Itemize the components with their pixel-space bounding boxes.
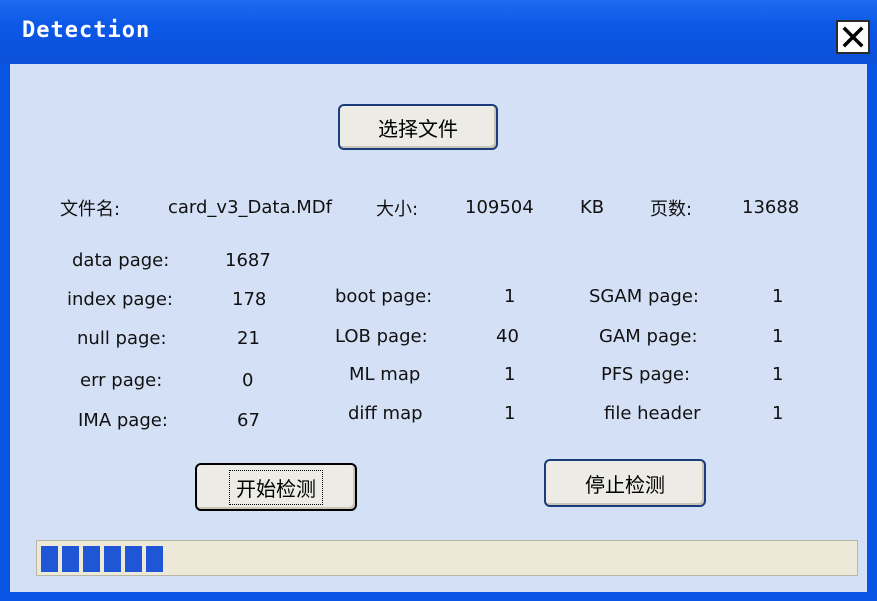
progress-segment [83,546,100,572]
diff-map-label: diff map [348,403,423,424]
file-header-value: 1 [772,403,784,424]
dialog-body: 选择文件 文件名: card_v3_Data.MDf 大小: 109504 KB… [10,64,867,592]
file-header-label: file header [604,403,701,424]
null-page-value: 21 [237,328,260,349]
progress-segment [104,546,121,572]
boot-page-value: 1 [504,286,516,307]
progress-segment [41,546,58,572]
pfs-page-value: 1 [772,364,784,385]
index-page-value: 178 [232,289,267,310]
lob-page-value: 40 [496,326,519,347]
ima-page-label: IMA page: [78,410,168,431]
file-name-value: card_v3_Data.MDf [168,197,332,218]
stop-detection-button[interactable]: 停止检测 [544,459,706,507]
ml-map-value: 1 [504,364,516,385]
start-detection-button[interactable]: 开始检测 [195,463,357,511]
select-file-button[interactable]: 选择文件 [338,104,498,150]
ima-page-value: 67 [237,410,260,431]
progress-segment [62,546,79,572]
size-unit: KB [580,197,605,218]
start-detection-label: 开始检测 [229,469,323,505]
gam-page-label: GAM page: [599,326,698,347]
page-count-value: 13688 [742,197,800,218]
gam-page-value: 1 [772,326,784,347]
data-page-label: data page: [72,250,170,271]
pfs-page-label: PFS page: [601,364,691,385]
close-icon [842,26,864,48]
diff-map-value: 1 [504,403,516,424]
title-bar[interactable]: Detection [0,0,877,64]
page-count-label: 页数: [650,199,693,220]
index-page-label: index page: [67,289,173,310]
sgam-page-label: SGAM page: [589,286,699,307]
size-label: 大小: [376,199,419,220]
size-value: 109504 [465,197,534,218]
progress-segment [146,546,163,572]
close-button[interactable] [836,20,870,54]
data-page-value: 1687 [225,250,271,271]
ml-map-label: ML map [349,364,421,385]
boot-page-label: boot page: [335,286,433,307]
detection-window: Detection 选择文件 文件名: card_v3_Data.MDf 大小:… [0,0,877,601]
stop-detection-label: 停止检测 [585,472,665,497]
null-page-label: null page: [77,328,167,349]
file-name-label: 文件名: [60,199,121,220]
select-file-label: 选择文件 [378,116,458,141]
progress-bar [36,540,858,576]
err-page-value: 0 [242,370,254,391]
err-page-label: err page: [80,370,163,391]
progress-segment [125,546,142,572]
lob-page-label: LOB page: [335,326,428,347]
window-title: Detection [22,18,151,43]
sgam-page-value: 1 [772,286,784,307]
